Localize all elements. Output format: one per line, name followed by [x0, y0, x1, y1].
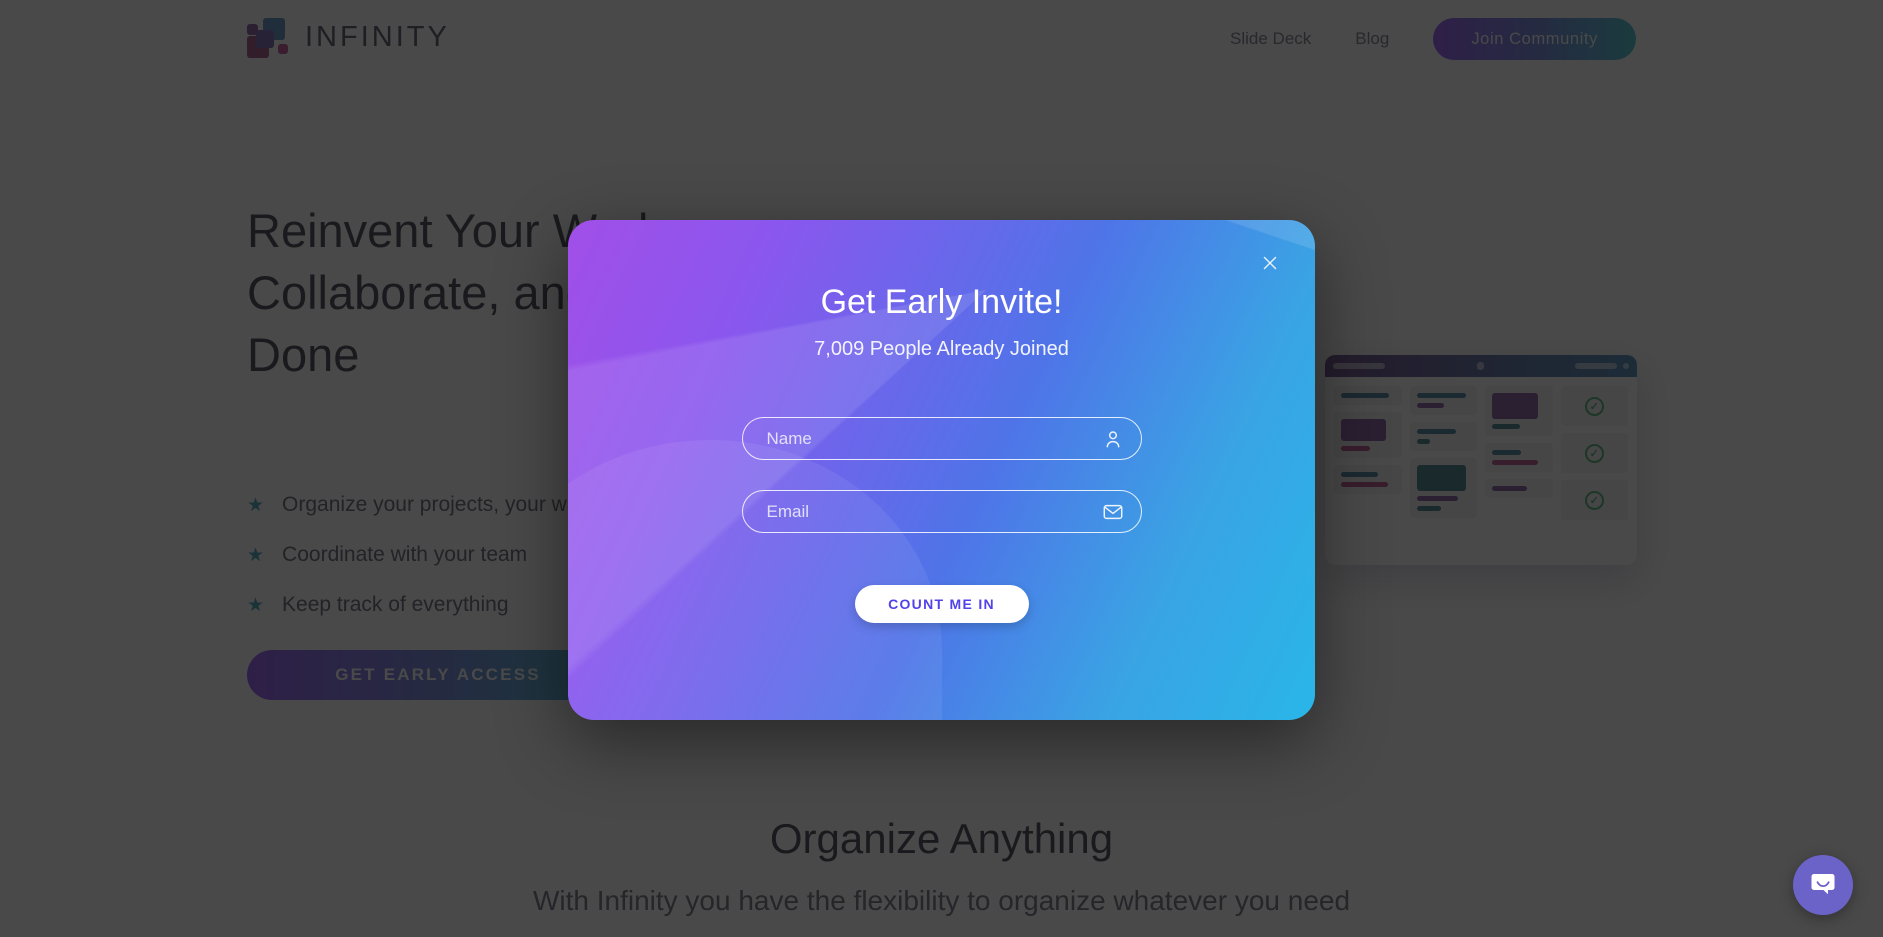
email-field — [741, 490, 1142, 533]
modal-title: Get Early Invite! — [820, 283, 1063, 321]
email-input[interactable] — [741, 490, 1142, 533]
modal-content: Get Early Invite! 7,009 People Already J… — [568, 220, 1315, 720]
name-field — [741, 417, 1142, 460]
intercom-launcher-button[interactable] — [1793, 855, 1853, 915]
modal-subtitle: 7,009 People Already Joined — [814, 338, 1069, 360]
chat-bubble-smile-icon — [1808, 869, 1838, 902]
person-icon — [1102, 428, 1124, 450]
envelope-icon — [1102, 501, 1124, 523]
name-input[interactable] — [741, 417, 1142, 460]
count-me-in-button[interactable]: COUNT ME IN — [854, 585, 1029, 623]
early-invite-modal: Get Early Invite! 7,009 People Already J… — [568, 220, 1315, 720]
